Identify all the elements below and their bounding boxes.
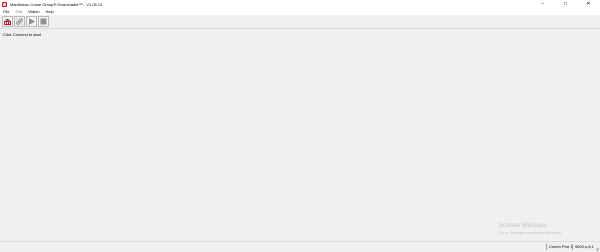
maximize-button[interactable]: □: [554, 0, 577, 9]
close-button[interactable]: ✕: [577, 0, 600, 9]
title-bar[interactable]: Manitowoc Crane Group® Downloader™ - V1.…: [0, 0, 600, 9]
play-button[interactable]: [26, 16, 37, 27]
comm-port-panel: Comm Port 1: [546, 244, 573, 250]
connection-status-message: Click Connect to start: [3, 32, 42, 37]
window-controls: – □ ✕: [531, 0, 600, 9]
minimize-button[interactable]: –: [531, 0, 554, 9]
watermark-title: Activate Windows: [499, 223, 547, 229]
watermark-subtitle: Go to Settings to activate Windows.: [499, 230, 563, 235]
status-bar: Comm Port 1 9600,n,8,1: [0, 241, 600, 252]
window-title: Manitowoc Crane Group® Downloader™ - V1.…: [10, 2, 103, 7]
stop-button[interactable]: [38, 16, 49, 27]
main-content-area: Click Connect to start: [0, 29, 600, 241]
stop-icon: [40, 18, 47, 25]
connect-button[interactable]: [2, 16, 13, 27]
activate-windows-watermark: Activate Windows Go to Settings to activ…: [499, 223, 562, 235]
app-logo-icon: [2, 2, 7, 7]
disconnect-button[interactable]: [14, 16, 25, 27]
serial-settings-panel: 9600,n,8,1: [572, 244, 597, 250]
connect-icon: [4, 19, 11, 25]
toolbar: [0, 15, 600, 29]
app-window: Manitowoc Crane Group® Downloader™ - V1.…: [0, 0, 600, 252]
disconnect-icon: [15, 17, 24, 26]
play-icon: [29, 18, 35, 25]
